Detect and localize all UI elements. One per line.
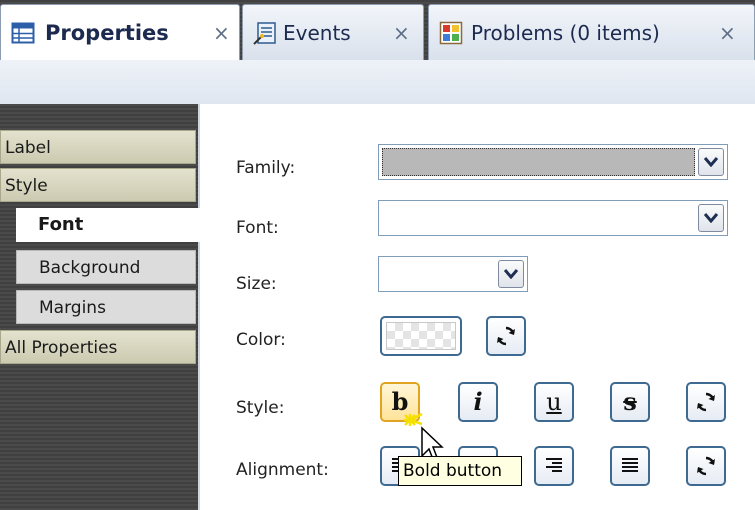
style-reset-button[interactable]	[686, 382, 726, 422]
events-icon	[253, 22, 276, 45]
strikethrough-glyph: s	[623, 387, 637, 416]
family-select[interactable]	[378, 144, 728, 180]
content-area: Label Style Font Background Margins All …	[0, 104, 755, 510]
refresh-icon	[497, 326, 515, 346]
tab-problems[interactable]: Problems (0 items) ×	[428, 4, 755, 60]
tab-properties-label: Properties	[45, 21, 169, 45]
chevron-down-icon	[504, 269, 518, 279]
align-justify-button[interactable]	[610, 446, 650, 486]
refresh-icon	[697, 392, 715, 412]
tab-bar: Properties × Events × Problems (0 items)…	[0, 0, 755, 60]
close-icon[interactable]: ×	[719, 21, 736, 45]
font-dropdown-button[interactable]	[698, 204, 724, 232]
table-icon	[11, 22, 35, 44]
size-select[interactable]	[378, 256, 528, 292]
italic-glyph: i	[473, 387, 483, 416]
category-nav: Label Style Font Background Margins All …	[0, 104, 202, 510]
family-dropdown-button[interactable]	[698, 148, 724, 176]
chevron-down-icon	[704, 213, 718, 223]
transparent-swatch	[386, 322, 456, 350]
size-label: Size:	[236, 274, 277, 294]
alignment-label: Alignment:	[236, 460, 329, 480]
nav-item-all-properties[interactable]: All Properties	[0, 330, 196, 364]
family-label: Family:	[236, 158, 296, 178]
refresh-icon	[697, 456, 715, 476]
size-dropdown-button[interactable]	[498, 260, 524, 288]
toolbar-strip	[0, 60, 755, 105]
color-label: Color:	[236, 330, 286, 350]
nav-item-background[interactable]: Background	[16, 250, 196, 284]
close-icon[interactable]: ×	[393, 21, 410, 45]
underline-glyph: u	[546, 388, 562, 416]
close-icon[interactable]: ×	[213, 21, 230, 45]
nav-item-style[interactable]: Style	[0, 168, 196, 202]
font-value	[382, 204, 695, 232]
font-label: Font:	[236, 218, 279, 238]
chevron-down-icon	[704, 157, 718, 167]
nav-item-font[interactable]: Font	[16, 208, 202, 242]
alignment-reset-button[interactable]	[686, 446, 726, 486]
color-reset-button[interactable]	[486, 316, 526, 356]
bold-glyph: b	[391, 387, 409, 416]
font-select[interactable]	[378, 200, 728, 236]
underline-button[interactable]: u	[534, 382, 574, 422]
problems-icon	[439, 21, 463, 45]
nav-item-label[interactable]: Label	[0, 130, 196, 164]
tab-events[interactable]: Events ×	[242, 4, 424, 60]
style-label: Style:	[236, 398, 285, 418]
align-right-icon	[546, 458, 562, 472]
italic-button[interactable]: i	[458, 382, 498, 422]
tab-properties[interactable]: Properties ×	[0, 4, 240, 60]
bold-tooltip: Bold button	[398, 456, 522, 486]
strikethrough-button[interactable]: s	[610, 382, 650, 422]
align-right-button[interactable]	[534, 446, 574, 486]
nav-item-margins[interactable]: Margins	[16, 290, 196, 324]
family-value	[382, 148, 695, 176]
properties-panel: Properties × Events × Problems (0 items)…	[0, 0, 755, 510]
tab-problems-label: Problems (0 items)	[471, 21, 660, 45]
size-value	[382, 260, 495, 288]
color-swatch-button[interactable]	[380, 316, 462, 356]
align-justify-icon	[622, 458, 638, 472]
tab-events-label: Events	[283, 21, 351, 45]
